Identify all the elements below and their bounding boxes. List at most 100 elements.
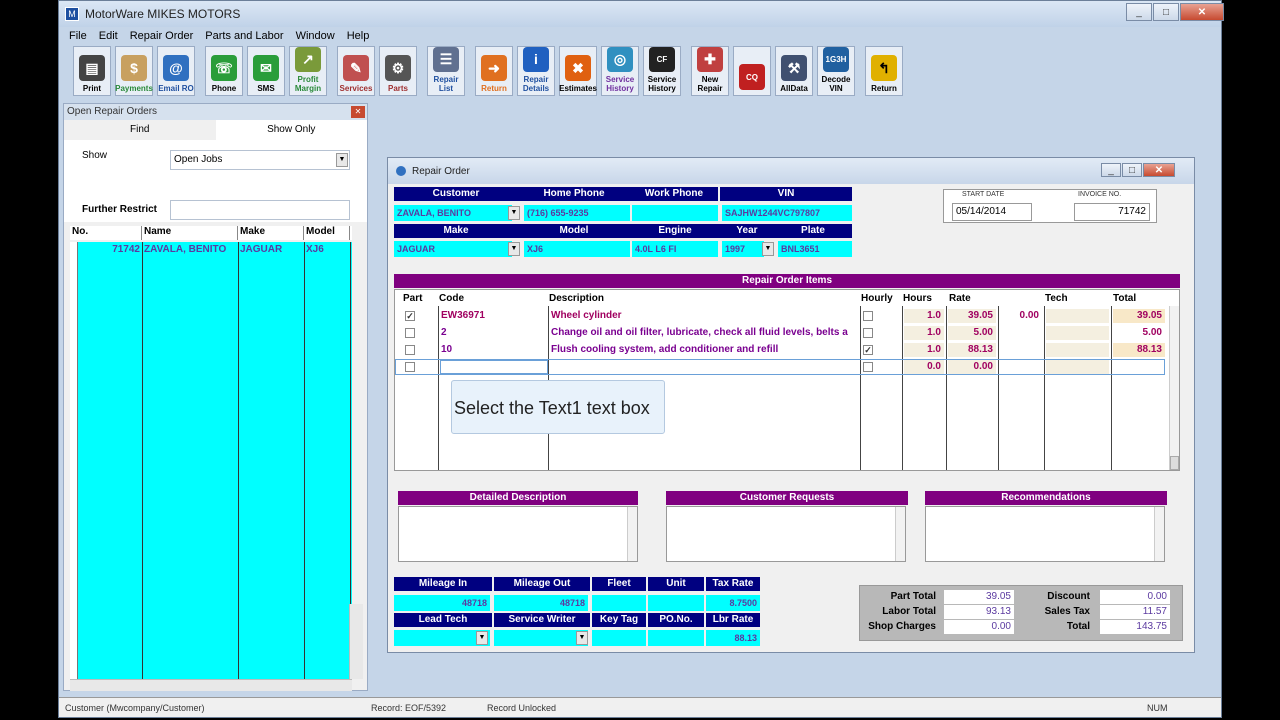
ro-close-button[interactable]: ✕ (1143, 163, 1175, 177)
payments-button[interactable]: $ Payments (115, 46, 153, 96)
menu-repair-order[interactable]: Repair Order (124, 30, 200, 42)
menu-edit[interactable]: Edit (93, 30, 124, 42)
col-make[interactable]: Make (238, 226, 304, 240)
decode-vin-icon: 1G3H (823, 47, 849, 72)
menu-file[interactable]: File (63, 30, 93, 42)
show-select[interactable]: Open Jobs ▼ (170, 150, 350, 170)
carquest-button[interactable]: CQ (733, 46, 771, 96)
repair-list-button[interactable]: ☰ Repair List (427, 46, 465, 96)
hourly-checkbox[interactable] (863, 362, 873, 372)
col-part: Part (403, 293, 423, 304)
carfax-history-button[interactable]: CF Service History (643, 46, 681, 96)
tax-rate-field[interactable]: 8.7500 (706, 595, 760, 611)
col-no[interactable]: No. (70, 226, 142, 240)
repair-order-items-grid[interactable]: Part Code Description Hourly Hours Rate … (394, 289, 1180, 471)
profit-margin-button[interactable]: ↗ Profit Margin (289, 46, 327, 96)
return-button[interactable]: ➜ Return (475, 46, 513, 96)
items-vertical-scrollbar[interactable] (1169, 306, 1179, 470)
home-phone-field[interactable]: (716) 655-9235 (524, 205, 630, 221)
return-sign-button[interactable]: ↰ Return (865, 46, 903, 96)
plate-field[interactable]: BNL3651 (778, 241, 852, 257)
year-dropdown-icon[interactable]: ▼ (762, 242, 774, 256)
panel-close-icon[interactable]: ✕ (351, 106, 365, 118)
invoice-number-field[interactable]: 71742 (1074, 203, 1150, 221)
open-repair-orders-panel: Open Repair Orders ✕ Find Show Only Show … (63, 103, 368, 691)
new-repair-button[interactable]: ✚ New Repair (691, 46, 729, 96)
further-restrict-input[interactable] (170, 200, 350, 220)
part-checkbox[interactable]: ✓ (405, 311, 415, 321)
email-icon: @ (163, 55, 189, 81)
orders-vertical-scrollbar[interactable] (349, 604, 363, 679)
make-dropdown-icon[interactable]: ▼ (508, 242, 520, 256)
payments-icon: $ (121, 55, 147, 81)
minimize-button[interactable]: _ (1126, 3, 1152, 21)
fleet-field[interactable] (592, 595, 646, 611)
service-writer-field[interactable] (494, 630, 588, 646)
alldata-button[interactable]: ⚒ AllData (775, 46, 813, 96)
part-checkbox[interactable] (405, 362, 415, 372)
parts-button[interactable]: ⚙ Parts (379, 46, 417, 96)
estimates-button[interactable]: ✖ Estimates (559, 46, 597, 96)
sms-button[interactable]: ✉ SMS (247, 46, 285, 96)
maximize-button[interactable]: □ (1153, 3, 1179, 21)
labor-rate-field[interactable]: 88.13 (706, 630, 760, 646)
col-code: Code (439, 293, 464, 304)
hourly-checkbox[interactable] (863, 328, 873, 338)
part-checkbox[interactable] (405, 345, 415, 355)
repair-details-button[interactable]: i Repair Details (517, 46, 555, 96)
table-row[interactable]: 71742 ZAVALA, BENITO JAGUAR XJ6 (78, 244, 348, 256)
model-field[interactable]: XJ6 (524, 241, 630, 257)
hourly-checkbox[interactable]: ✓ (863, 345, 873, 355)
menu-window[interactable]: Window (290, 30, 341, 42)
mileage-in-field[interactable]: 48718 (394, 595, 490, 611)
start-date-field[interactable]: 05/14/2014 (952, 203, 1032, 221)
close-button[interactable]: ✕ (1180, 3, 1224, 21)
info-icon: i (523, 47, 549, 72)
recommendations-input[interactable] (925, 506, 1165, 562)
table-row[interactable]: 10 Flush cooling system, add conditioner… (395, 342, 1167, 358)
decode-vin-button[interactable]: 1G3H Decode VIN (817, 46, 855, 96)
service-writer-dropdown-icon[interactable]: ▼ (576, 631, 588, 645)
table-row-new[interactable]: 0.0 0.00 (395, 359, 1165, 375)
email-ro-button[interactable]: @ Email RO (157, 46, 195, 96)
hourly-checkbox[interactable] (863, 311, 873, 321)
table-row[interactable]: 2 Change oil and oil filter, lubricate, … (395, 325, 1167, 341)
phone-button[interactable]: ☏ Phone (205, 46, 243, 96)
new-repair-icon: ✚ (697, 47, 723, 72)
lead-tech-dropdown-icon[interactable]: ▼ (476, 631, 488, 645)
col-name[interactable]: Name (142, 226, 238, 240)
mileage-out-field[interactable]: 48718 (494, 595, 588, 611)
col-model[interactable]: Model (304, 226, 350, 240)
carquest-icon: CQ (739, 64, 765, 90)
orders-grid[interactable]: 71742 ZAVALA, BENITO JAGUAR XJ6 (78, 242, 352, 679)
tab-show-only[interactable]: Show Only (215, 120, 367, 140)
print-button[interactable]: ▤ Print (73, 46, 111, 96)
total-value: 143.75 (1100, 620, 1170, 634)
orders-horizontal-scrollbar[interactable] (70, 679, 352, 691)
services-button[interactable]: ✎ Services (337, 46, 375, 96)
ro-minimize-button[interactable]: _ (1101, 163, 1121, 177)
text1-code-input[interactable] (440, 360, 548, 374)
chevron-down-icon[interactable]: ▼ (336, 153, 348, 167)
customer-requests-input[interactable] (666, 506, 906, 562)
menu-parts-labor[interactable]: Parts and Labor (199, 30, 289, 42)
engine-field[interactable]: 4.0L L6 FI (632, 241, 718, 257)
make-field[interactable]: JAGUAR (394, 241, 512, 257)
table-row[interactable]: ✓ EW36971 Wheel cylinder 1.0 39.05 0.00 … (395, 308, 1167, 324)
tab-find[interactable]: Find (64, 120, 216, 140)
ro-maximize-button[interactable]: □ (1122, 163, 1142, 177)
discount-value: 0.00 (1100, 590, 1170, 604)
year-field[interactable]: 1997 (722, 241, 764, 257)
vin-field[interactable]: SAJHW1244VC797807 (722, 205, 852, 221)
key-tag-field[interactable] (592, 630, 646, 646)
detailed-description-input[interactable] (398, 506, 638, 562)
service-history-button[interactable]: ◎ Service History (601, 46, 639, 96)
po-number-field[interactable] (648, 630, 704, 646)
status-record: Record: EOF/5392 (371, 703, 447, 713)
customer-field[interactable]: ZAVALA, BENITO (394, 205, 512, 221)
customer-dropdown-icon[interactable]: ▼ (508, 206, 520, 220)
part-checkbox[interactable] (405, 328, 415, 338)
menu-help[interactable]: Help (341, 30, 376, 42)
work-phone-field[interactable] (632, 205, 718, 221)
unit-field[interactable] (648, 595, 704, 611)
